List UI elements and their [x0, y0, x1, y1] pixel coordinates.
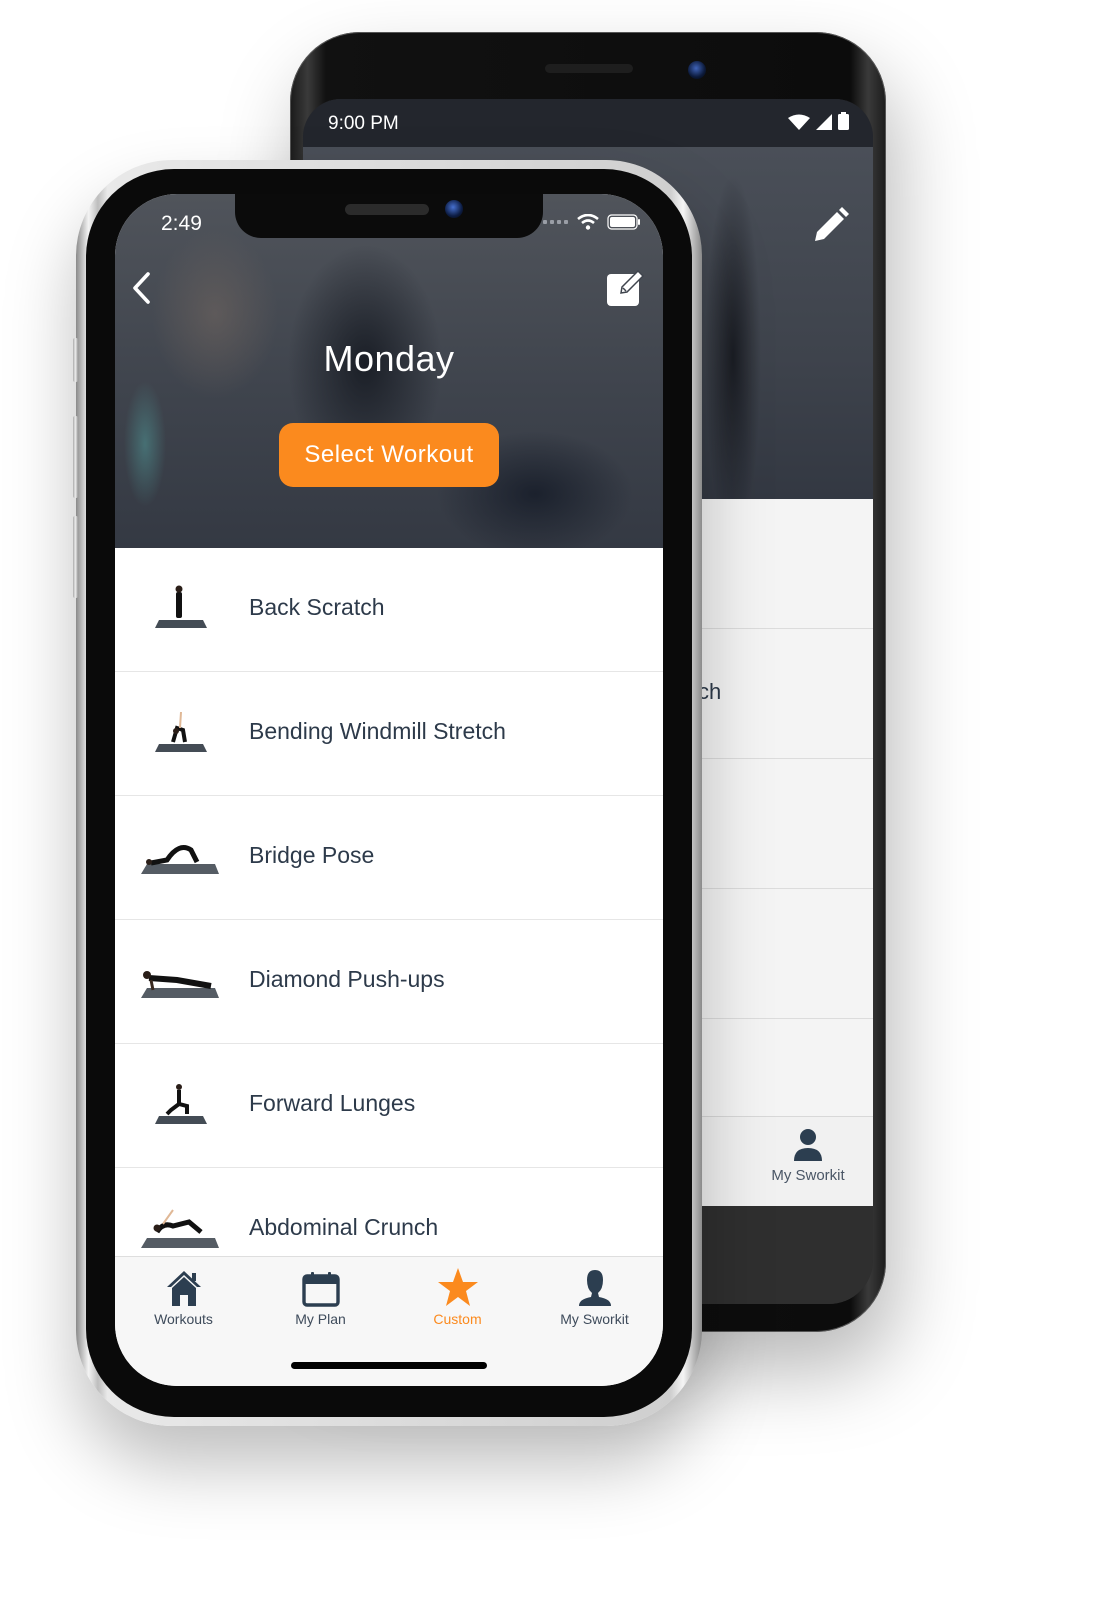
- iphone: 2:49 Monday Select Workout Back Scratch …: [73, 160, 702, 1426]
- status-time: 9:00 PM: [328, 113, 399, 134]
- volume-up-button: [73, 416, 78, 498]
- exercise-name: Back Scratch: [249, 594, 385, 620]
- battery-icon: [607, 214, 640, 230]
- speaker-grille: [545, 64, 633, 73]
- tab-label: My Sworkit: [560, 1311, 629, 1327]
- exercise-name: Bridge Pose: [249, 842, 375, 868]
- exercise-thumbnail: [141, 1209, 219, 1248]
- list-item[interactable]: Diamond Push-ups: [115, 920, 663, 1044]
- wifi-icon: [788, 114, 810, 130]
- volume-down-button: [73, 516, 78, 598]
- exercise-name: Bending Windmill Stretch: [249, 718, 506, 744]
- tab-label: Workouts: [154, 1311, 213, 1327]
- tab-label: Custom: [433, 1311, 482, 1327]
- front-camera: [688, 61, 706, 79]
- tab-my-sworkit[interactable]: My Sworkit: [748, 1127, 868, 1184]
- home-indicator[interactable]: [291, 1362, 487, 1369]
- tab-my-plan[interactable]: My Plan: [252, 1265, 389, 1327]
- calendar-icon: [301, 1272, 340, 1307]
- status-bar: 2:49: [115, 194, 663, 238]
- exercise-thumbnail: [155, 1084, 207, 1124]
- tab-my-sworkit[interactable]: My Sworkit: [526, 1265, 663, 1327]
- iphone-screen: 2:49 Monday Select Workout Back Scratch …: [115, 194, 663, 1386]
- tab-workouts[interactable]: Workouts: [115, 1265, 252, 1327]
- exercise-name: Diamond Push-ups: [249, 966, 445, 992]
- chevron-left-icon[interactable]: [129, 270, 155, 306]
- person-icon: [578, 1270, 611, 1306]
- star-icon: [437, 1268, 478, 1306]
- select-workout-button[interactable]: Select Workout: [279, 423, 499, 487]
- exercise-thumbnail: [155, 585, 207, 628]
- edit-square-icon[interactable]: [605, 266, 647, 308]
- status-time: 2:49: [161, 212, 202, 235]
- list-item[interactable]: Bridge Pose: [115, 796, 663, 920]
- list-item[interactable]: Forward Lunges: [115, 1044, 663, 1168]
- exercise-list: Back Scratch Bending Windmill Stretch Br…: [115, 548, 663, 1292]
- wifi-icon: [577, 214, 599, 230]
- battery-icon: [838, 112, 849, 130]
- page-title: Monday: [323, 338, 455, 379]
- tab-custom[interactable]: Custom: [389, 1265, 526, 1327]
- exercise-thumbnail: [141, 845, 219, 874]
- tab-label: My Plan: [295, 1311, 346, 1327]
- signal-icon: [816, 114, 832, 130]
- list-item[interactable]: Back Scratch: [115, 548, 663, 672]
- person-icon: [794, 1129, 822, 1161]
- signal-dots-icon: [543, 220, 568, 224]
- pencil-icon[interactable]: [811, 205, 851, 245]
- exercise-name: Forward Lunges: [249, 1090, 416, 1116]
- mute-switch: [73, 338, 78, 382]
- home-icon: [166, 1271, 201, 1306]
- exercise-thumbnail: [141, 971, 219, 998]
- android-status-bar: 9:00 PM: [303, 99, 873, 147]
- exercise-name: Abdominal Crunch: [249, 1214, 439, 1240]
- list-item[interactable]: Bending Windmill Stretch: [115, 672, 663, 796]
- exercise-thumbnail: [155, 711, 207, 752]
- tab-label: My Sworkit: [771, 1167, 845, 1184]
